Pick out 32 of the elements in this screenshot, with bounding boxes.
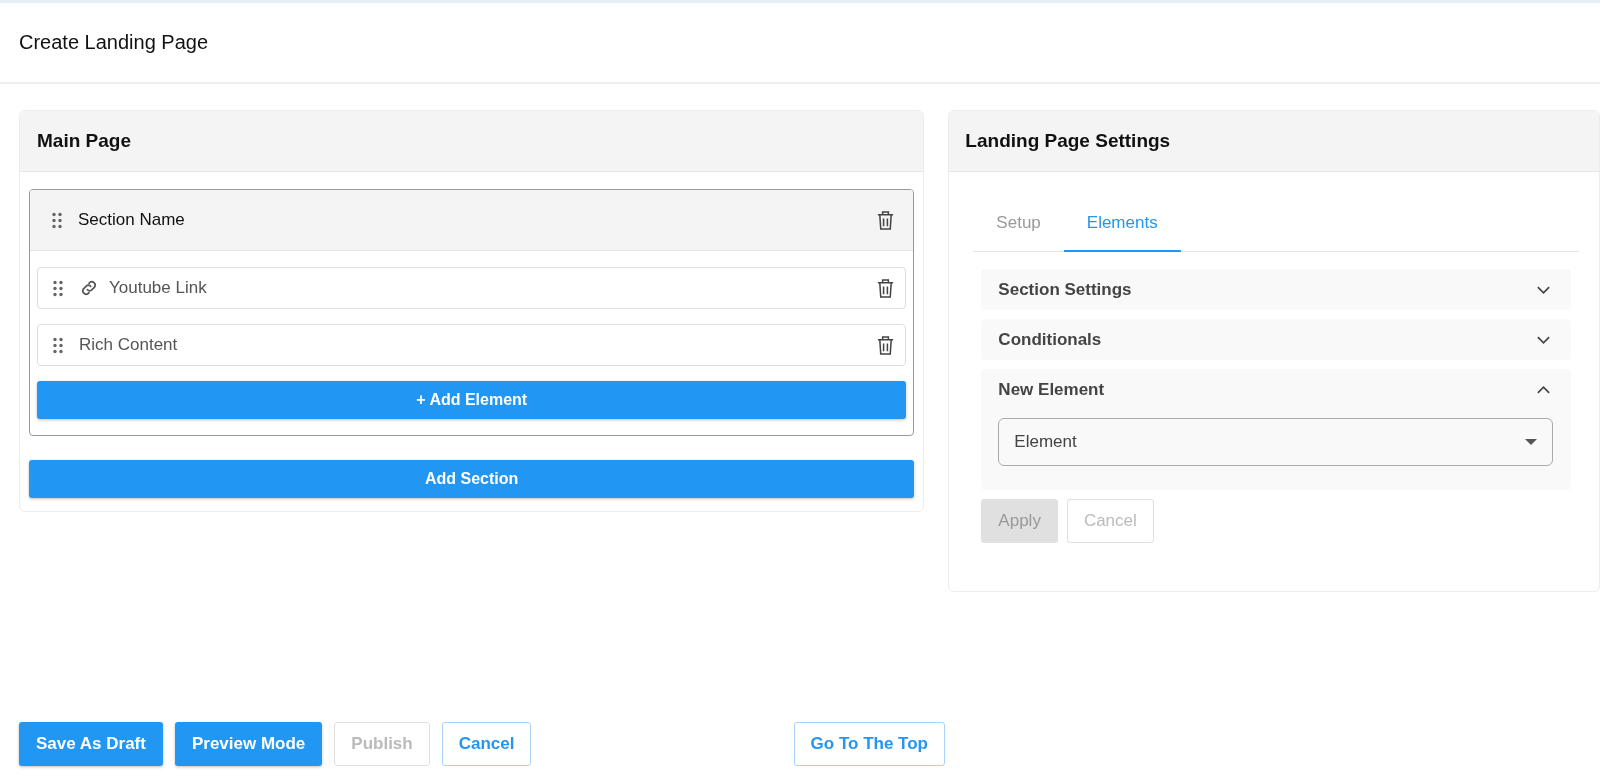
page-title: Create Landing Page bbox=[19, 31, 209, 54]
element-row[interactable]: Rich Content bbox=[37, 324, 907, 366]
drag-handle-icon[interactable] bbox=[52, 211, 62, 229]
card-title: Landing Page Settings bbox=[965, 130, 1171, 152]
delete-icon[interactable] bbox=[876, 334, 896, 356]
element-row[interactable]: Youtube Link bbox=[37, 267, 907, 309]
link-icon bbox=[79, 278, 99, 298]
card-title: Main Page bbox=[37, 130, 131, 152]
element-label: Rich Content bbox=[79, 335, 179, 355]
tab[interactable]: Elements bbox=[1063, 198, 1181, 252]
delete-icon[interactable] bbox=[876, 277, 896, 299]
drag-handle-icon[interactable] bbox=[53, 336, 63, 354]
accordion-title[interactable]: Section Settings bbox=[998, 279, 1132, 300]
action-button[interactable]: Cancel bbox=[441, 722, 532, 766]
element-select[interactable]: Element bbox=[998, 418, 1553, 466]
action-button[interactable]: Apply bbox=[981, 499, 1058, 543]
action-button[interactable]: Save As Draft bbox=[19, 722, 163, 766]
element-label: Youtube Link bbox=[109, 278, 208, 298]
tab[interactable]: Setup bbox=[973, 198, 1064, 252]
section-name: Section Name bbox=[78, 210, 186, 230]
caret-icon bbox=[1525, 439, 1537, 445]
add-section-button[interactable]: Add Section bbox=[29, 460, 915, 498]
chevron-down-icon[interactable] bbox=[1536, 284, 1551, 295]
accordion-title[interactable]: Conditionals bbox=[998, 329, 1102, 350]
go-to-top-button[interactable]: Go To The Top bbox=[793, 722, 945, 766]
chevron-down-icon[interactable] bbox=[1536, 334, 1551, 345]
accordion-title[interactable]: New Element bbox=[998, 379, 1105, 400]
add-element-button[interactable]: + Add Element bbox=[37, 381, 907, 419]
delete-icon[interactable] bbox=[876, 209, 896, 231]
action-button[interactable]: Preview Mode bbox=[174, 722, 323, 766]
chevron-up-icon[interactable] bbox=[1536, 384, 1551, 395]
drag-handle-icon[interactable] bbox=[53, 279, 63, 297]
